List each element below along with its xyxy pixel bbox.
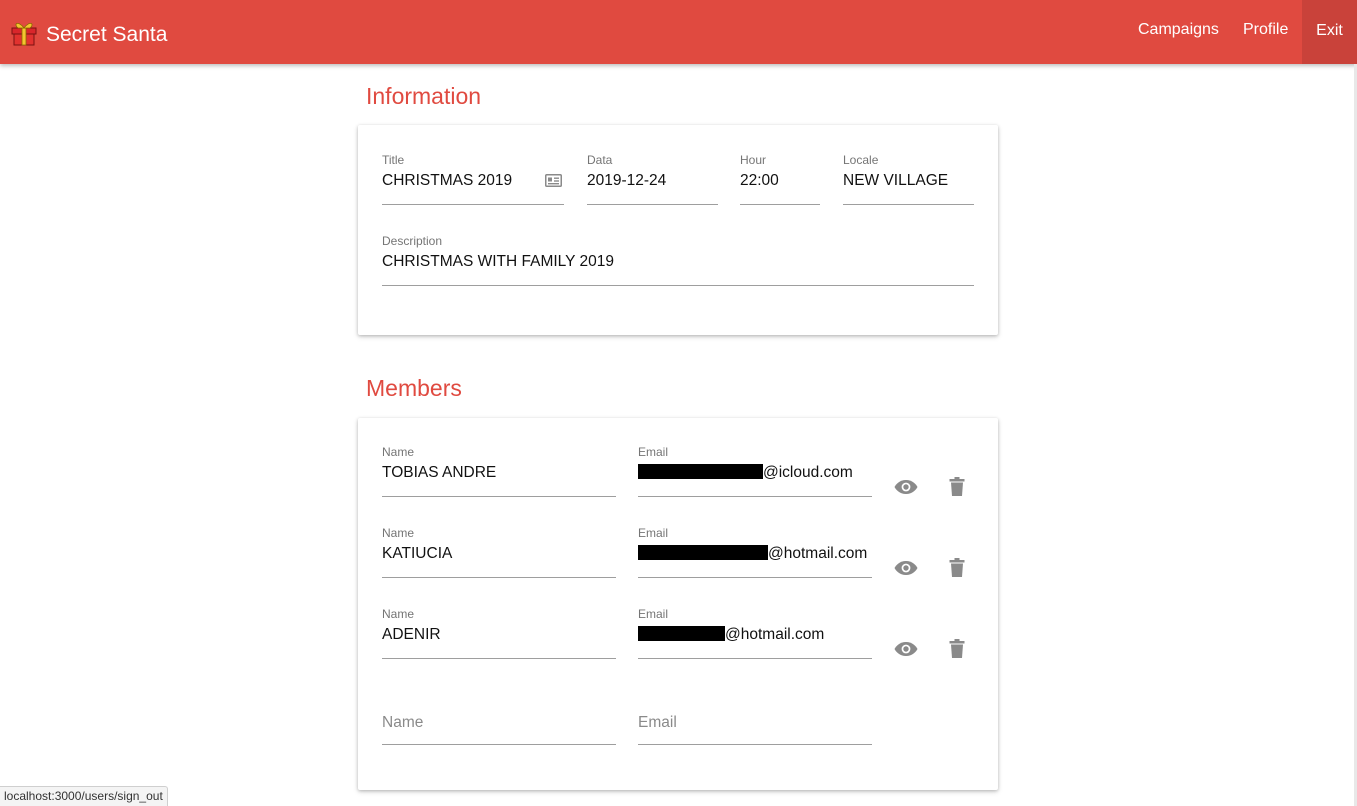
locale-input[interactable]: NEW VILLAGE (843, 172, 948, 190)
trash-icon (949, 477, 965, 501)
member-name-input[interactable]: ADENIR (382, 626, 441, 644)
eye-icon (894, 641, 918, 662)
description-label: Description (382, 234, 443, 248)
delete-member-button[interactable] (944, 476, 970, 502)
delete-member-button[interactable] (944, 557, 970, 583)
locale-field[interactable]: Locale NEW VILLAGE (843, 153, 974, 205)
hour-field[interactable]: Hour 22:00 (740, 153, 820, 205)
new-member-name-field[interactable]: Name (382, 693, 616, 745)
member-email-field[interactable]: Email @hotmail.com (638, 607, 872, 659)
date-label: Data (587, 153, 613, 167)
member-name-field[interactable]: Name KATIUCIA (382, 526, 616, 578)
title-field[interactable]: Title CHRISTMAS 2019 (382, 153, 564, 205)
title-label: Title (382, 153, 405, 167)
app-title: Secret Santa (46, 23, 168, 46)
member-email-label: Email (638, 445, 669, 459)
member-email-input[interactable]: @hotmail.com (638, 626, 824, 644)
view-member-button[interactable] (893, 638, 919, 664)
description-input[interactable]: CHRISTMAS WITH FAMILY 2019 (382, 253, 614, 271)
member-email-field[interactable]: Email @icloud.com (638, 445, 872, 497)
member-name-label: Name (382, 607, 415, 621)
hour-input[interactable]: 22:00 (740, 172, 779, 190)
redacted-block (638, 626, 725, 641)
member-name-label: Name (382, 526, 415, 540)
date-input[interactable]: 2019-12-24 (587, 172, 666, 190)
delete-member-button[interactable] (944, 638, 970, 664)
browser-status-url: localhost:3000/users/sign_out (0, 786, 168, 806)
member-name-input[interactable]: KATIUCIA (382, 545, 452, 563)
member-email-label: Email (638, 607, 669, 621)
title-input[interactable]: CHRISTMAS 2019 (382, 172, 512, 190)
member-email-input[interactable]: @icloud.com (638, 464, 853, 482)
nav-exit-link[interactable]: Exit (1302, 0, 1357, 64)
hour-label: Hour (740, 153, 767, 167)
member-name-label: Name (382, 445, 415, 459)
new-member-name-input[interactable]: Name (382, 714, 423, 732)
member-name-input[interactable]: TOBIAS ANDRE (382, 464, 496, 482)
nav-campaigns-link[interactable]: Campaigns (1123, 0, 1234, 62)
redacted-block (638, 545, 768, 560)
eye-icon (894, 560, 918, 581)
date-field[interactable]: Data 2019-12-24 (587, 153, 718, 205)
contact-card-icon (545, 174, 562, 192)
top-navbar: Secret Santa Campaigns Profile Exit (0, 0, 1357, 64)
trash-icon (949, 558, 965, 582)
information-card: Title CHRISTMAS 2019 Data 2019-12-24 Hou… (358, 125, 998, 335)
new-member-email-field[interactable]: Email (638, 693, 872, 745)
trash-icon (949, 639, 965, 663)
member-email-field[interactable]: Email @hotmail.com (638, 526, 872, 578)
member-name-field[interactable]: Name TOBIAS ANDRE (382, 445, 616, 497)
member-email-input[interactable]: @hotmail.com (638, 545, 867, 563)
view-member-button[interactable] (893, 476, 919, 502)
members-heading: Members (366, 375, 462, 401)
redacted-block (638, 464, 763, 479)
nav-profile-link[interactable]: Profile (1228, 0, 1303, 62)
description-field[interactable]: Description CHRISTMAS WITH FAMILY 2019 (382, 234, 974, 286)
member-name-field[interactable]: Name ADENIR (382, 607, 616, 659)
members-card: Name TOBIAS ANDRE Email @icloud.com Name… (358, 418, 998, 790)
member-email-label: Email (638, 526, 669, 540)
brand[interactable]: Secret Santa (10, 15, 167, 49)
eye-icon (894, 479, 918, 500)
view-member-button[interactable] (893, 557, 919, 583)
new-member-email-input[interactable]: Email (638, 714, 677, 732)
locale-label: Locale (843, 153, 879, 167)
gift-icon (10, 18, 38, 46)
information-heading: Information (366, 83, 482, 109)
